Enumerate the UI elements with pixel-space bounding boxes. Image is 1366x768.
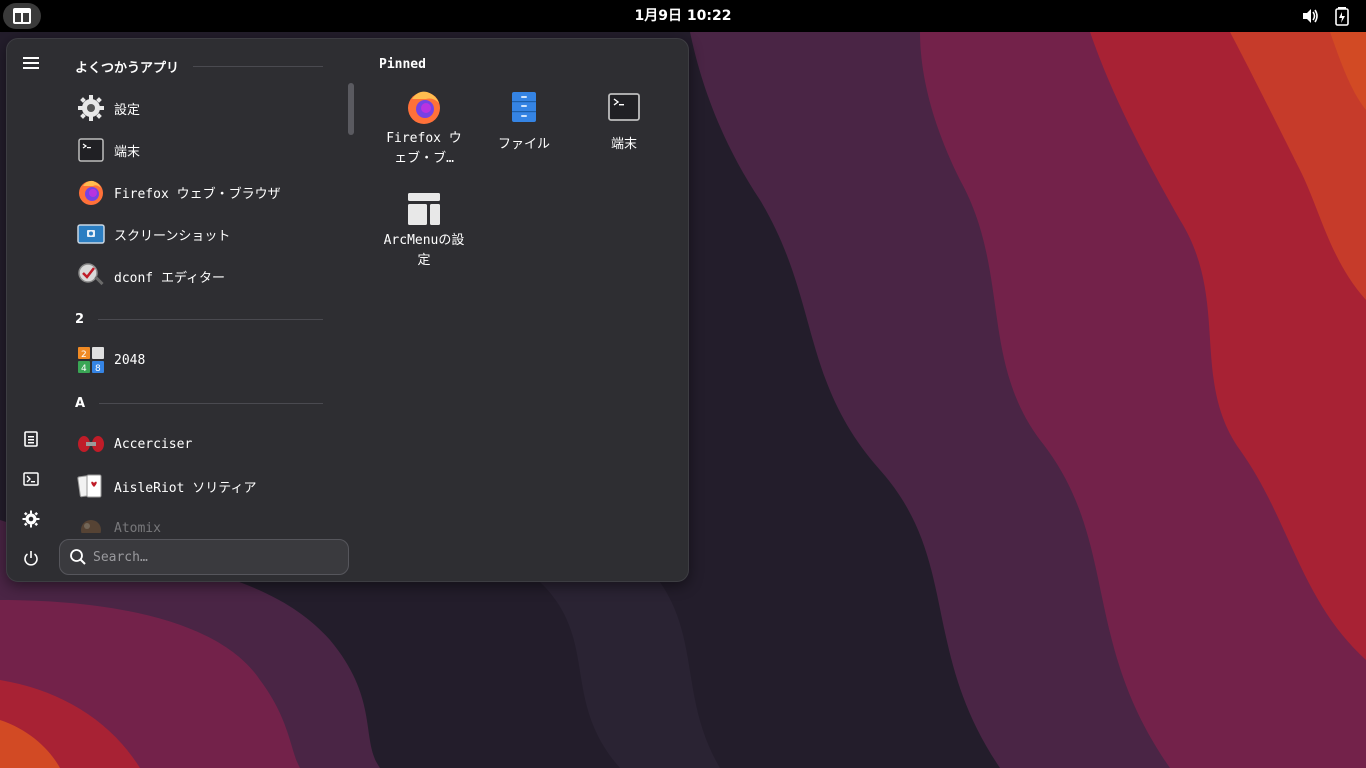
system-tray[interactable] (1300, 6, 1352, 26)
pinned-header: Pinned (379, 57, 426, 72)
section-title: 2 (75, 311, 85, 327)
section-header-2: 2 (75, 309, 323, 329)
top-bar: 1月9日 10:22 (0, 0, 1366, 32)
svg-text:8: 8 (95, 364, 101, 374)
arcmenu-button[interactable] (3, 3, 41, 29)
dconf-editor-icon (78, 263, 104, 286)
hamburger-icon (23, 57, 39, 69)
app-label: 設定 (114, 102, 141, 118)
aisleriot-icon (77, 474, 102, 498)
app-item-2048[interactable]: 2 4 8 2048 (71, 341, 335, 379)
app-item-firefox[interactable]: Firefox ウェブ・ブラウザ (71, 173, 335, 211)
atomix-icon (81, 520, 101, 533)
app-label: Firefox ウェブ・ブラウザ (114, 186, 281, 202)
terminal-icon (608, 93, 640, 121)
files-icon (512, 92, 536, 122)
pinned-files[interactable]: ファイル (478, 83, 570, 175)
pinned-arcmenu-settings[interactable]: ArcMenuの設定 (378, 185, 470, 295)
app-item-settings[interactable]: 設定 (71, 89, 335, 127)
section-title: A (75, 395, 86, 411)
documents-button[interactable] (19, 427, 43, 451)
firefox-icon (408, 91, 440, 124)
hamburger-button[interactable] (19, 51, 43, 75)
app-item-dconf-editor[interactable]: dconf エディター (71, 257, 335, 295)
section-title: よくつかうアプリ (75, 60, 180, 76)
pinned-terminal[interactable]: 端末 (578, 83, 670, 175)
app-item-atomix[interactable]: Atomix (71, 509, 335, 533)
accerciser-icon (78, 436, 104, 452)
section-header-a: A (75, 393, 323, 413)
app-item-aisleriot[interactable]: AisleRiot ソリティア (71, 467, 335, 505)
tile-label: Firefox ウェブ・ブ… (386, 131, 462, 166)
arcmenu-icon (13, 8, 31, 24)
app-list-scrollbar[interactable] (348, 83, 354, 135)
settings-icon (22, 510, 40, 528)
app-item-accerciser[interactable]: Accerciser (71, 425, 335, 463)
terminal-icon (23, 472, 39, 486)
app-item-terminal[interactable]: 端末 (71, 131, 335, 169)
volume-icon[interactable] (1300, 6, 1320, 26)
clock[interactable]: 1月9日 10:22 (0, 0, 1366, 32)
tile-label: ArcMenuの設定 (383, 233, 465, 268)
app-label: 端末 (114, 144, 141, 160)
terminal-shortcut-button[interactable] (19, 467, 43, 491)
svg-text:2: 2 (81, 350, 87, 360)
search-box[interactable] (59, 539, 349, 575)
power-icon (24, 551, 38, 566)
app-label: 2048 (114, 352, 146, 368)
app-label: AisleRiot ソリティア (114, 480, 257, 496)
battery-icon[interactable] (1332, 6, 1352, 26)
documents-icon (24, 431, 38, 447)
favorites-section-header: よくつかうアプリ (75, 56, 323, 76)
settings-gear-icon (78, 95, 104, 121)
app-label: Atomix (114, 520, 161, 534)
terminal-icon (78, 138, 104, 162)
arcmenu-settings-icon (408, 193, 440, 225)
search-input[interactable] (93, 549, 333, 565)
app-item-screenshot[interactable]: スクリーンショット (71, 215, 335, 253)
app-label: Accerciser (114, 436, 193, 452)
app-label: スクリーンショット (114, 228, 231, 244)
screenshot-icon (77, 224, 105, 244)
arcmenu-panel: よくつかうアプリ 設定 端末 Firefox ウェブ・ブラウザ スクリーンショッ… (6, 38, 689, 582)
settings-shortcut-button[interactable] (19, 507, 43, 531)
firefox-icon (79, 180, 103, 205)
power-button[interactable] (19, 546, 43, 570)
app-list[interactable]: よくつかうアプリ 設定 端末 Firefox ウェブ・ブラウザ スクリーンショッ… (65, 39, 343, 533)
app-label: dconf エディター (114, 270, 226, 286)
tile-label: 端末 (610, 137, 637, 152)
search-icon (70, 549, 86, 565)
2048-icon: 2 4 8 (78, 347, 104, 374)
tile-label: ファイル (497, 137, 550, 152)
svg-text:4: 4 (81, 364, 87, 374)
